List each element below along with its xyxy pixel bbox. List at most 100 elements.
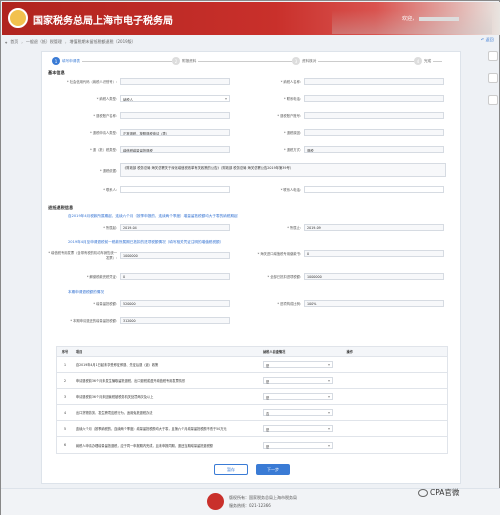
self-check-select[interactable]: 是 <box>262 425 333 432</box>
rebate-info-title: 退抵退税信息 <box>48 205 74 210</box>
row-item: 连续六个月（按季纳税的，连续两个季度）增量留抵税额均大于零，且第六个月增量留抵税… <box>75 427 227 431</box>
period-start-row: * 所属起: 2019-04 <box>48 224 230 231</box>
policy-label: * 退税依据: <box>100 168 117 173</box>
row-item: 申请退税前36个月未发生骗取留抵退税、出口退税或虚开增值税专用发票情形 <box>75 379 186 383</box>
back-label: 返回 <box>485 37 494 42</box>
contact-label: * 联系电话: <box>284 97 301 101</box>
col-item-header: 项目 <box>75 350 83 354</box>
contact-field <box>304 95 444 102</box>
save-draft-button[interactable]: 暂存 <box>214 464 248 475</box>
apply-amount-row: * 本期申请退还的增量留抵税额: 312000 <box>48 317 230 324</box>
refund-method-row: * 退税方式: 退税 <box>252 146 444 153</box>
policy-row: * 退税依据: 《财政部 税务总局 海关总署关于深化增值税改革有关政策的公告》（… <box>48 163 446 177</box>
table-row: 6 纳税人申请办理增量留抵退税，应于同一申报期内完成，且未申报同期，退还当期增量… <box>57 437 447 453</box>
step-2: 2 附报资料 <box>172 57 199 65</box>
back-button[interactable]: ↶ 返回 <box>481 37 494 43</box>
row-number: 3 <box>63 394 66 399</box>
step-label: 资料核对 <box>302 58 317 63</box>
step-4: 4 完成 <box>414 57 434 65</box>
dept-field: 正常退税，按照退税申请（表） <box>120 129 230 136</box>
headset-icon[interactable] <box>488 73 498 83</box>
dept-label: * 退税申请人类型: <box>90 131 117 135</box>
refund-type-label: * 退（抵）税类型: <box>90 148 117 152</box>
table-row: 3 申请退税前36个月未因偷税被税务机关处罚两次及以上 是 <box>57 389 447 405</box>
vat-invoice-field: 1000000 <box>120 251 230 259</box>
header-decoration <box>332 10 492 34</box>
contact-person-row: * 联系人: <box>48 186 230 193</box>
step-3: 3 资料核对 <box>292 57 319 65</box>
apply-amount-label: * 本期申请退还的增量留抵税额: <box>70 319 117 323</box>
taxpayer-name-label: * 纳税人名称: <box>280 80 301 84</box>
account-row: * 退税账户账号: <box>252 112 444 119</box>
refund-reason-row: * 退税原因: <box>252 129 444 136</box>
row-item: 纳税人申请办理增量留抵退税，应于同一申报期内完成，且未申报同期，退还当期增量留抵… <box>75 443 213 448</box>
footer-copyright: 版权所有：国家税务总局上海市税务局 <box>229 495 297 500</box>
policy-field: 《财政部 税务总局 海关总署关于深化增值税改革有关政策的公告》（财政部 税务总局… <box>120 163 446 177</box>
breadcrumb-separator: › <box>64 39 67 45</box>
tax-paid-row: * 解缴税款完税凭证: 0 <box>48 273 230 280</box>
account-field <box>304 112 444 119</box>
tax-emblem-icon <box>207 493 224 510</box>
bank-label: * 退税账户名称: <box>93 114 117 118</box>
step-label: 完成 <box>424 58 432 63</box>
total-deducted-label: * 全部已抵扣进项税额: <box>267 275 301 279</box>
customs-field: 0 <box>304 250 444 257</box>
col-check-header: 纳税人自查情况 <box>262 350 286 354</box>
breadcrumb-refund-mgmt[interactable]: 一般退（抵）税管理 <box>26 39 62 45</box>
taxpayer-id-label: * 社会信用代码（纳税人识别号）: <box>67 80 117 84</box>
contact-row: * 联系电话: <box>252 95 444 102</box>
taxpayer-id-row: * 社会信用代码（纳税人识别号）: <box>48 78 230 85</box>
row-number: 1 <box>63 362 66 367</box>
self-check-select[interactable]: 是 <box>262 361 333 368</box>
dept-row: * 退税申请人类型: 正常退税，按照退税申请（表） <box>48 129 230 136</box>
row-number: 5 <box>63 426 66 431</box>
next-step-button[interactable]: 下一步 <box>256 464 290 475</box>
contact-person-phone-label: * 联系人电话: <box>280 188 301 192</box>
breadcrumb: ⌖ 首页 › 一般退（抵）税管理 › 增值税期末留抵税额退税（2019版） <box>5 37 479 47</box>
vat-invoice-row: * 增值税专用发票（含带有税的机动车销售统一发票）: 1000000 <box>48 250 230 260</box>
ratio-field: 100% <box>304 300 444 307</box>
chat-icon[interactable] <box>488 51 498 61</box>
row-number: 6 <box>63 443 66 447</box>
customs-label: * 海关进口增值税专用缴款书: <box>257 252 301 256</box>
apply-amount-field: 312000 <box>120 317 230 324</box>
step-label: 附报资料 <box>182 58 197 63</box>
watermark-text: CPA官微 <box>430 488 460 497</box>
total-deducted-field: 1000000 <box>304 273 444 280</box>
tax-emblem-logo <box>8 8 28 28</box>
bank-row: * 退税账户名称: <box>48 112 230 119</box>
period-start-label: * 所属起: <box>103 226 117 230</box>
refund-reason-field <box>304 129 444 136</box>
period-start-field: 2019-04 <box>120 224 230 231</box>
applicant-type-select[interactable]: 纳税人 <box>120 95 230 102</box>
contact-person-phone-input[interactable] <box>304 186 444 193</box>
step-number: 3 <box>292 57 300 65</box>
table-row: 2 申请退税前36个月未发生骗取留抵退税、出口退税或虚开增值税专用发票情形 是 <box>57 373 447 389</box>
self-check-select[interactable]: 是 <box>262 441 333 449</box>
basic-info-title: 基本信息 <box>48 70 65 75</box>
welcome-user[interactable]: 欢迎， <box>402 15 460 22</box>
step-1: 1 填写申请表 <box>52 57 82 65</box>
progress-steps: 1 填写申请表 2 附报资料 3 资料核对 4 完成 <box>52 57 452 69</box>
document-icon[interactable] <box>488 95 498 105</box>
contact-person-phone-row: * 联系人电话: <box>252 186 444 193</box>
contact-person-input[interactable] <box>120 186 230 193</box>
self-check-select[interactable]: 否 <box>262 409 333 416</box>
breadcrumb-home[interactable]: 首页 <box>10 39 18 45</box>
vat-invoice-label: * 增值税专用发票（含带有税的机动车销售统一发票）: <box>48 251 117 260</box>
taxpayer-name-row: * 纳税人名称: <box>252 78 444 85</box>
applicant-type-row: * 纳税人类型: 纳税人 <box>48 95 230 102</box>
tax-paid-label: * 解缴税款完税凭证: <box>86 275 117 279</box>
steps-line <box>62 61 442 62</box>
ratio-row: * 进项构成比例: 100% <box>252 300 444 307</box>
welcome-label: 欢迎， <box>402 16 418 22</box>
self-check-select[interactable]: 是 <box>262 393 333 400</box>
customs-row: * 海关进口增值税专用缴款书: 0 <box>252 250 444 257</box>
total-deducted-row: * 全部已抵扣进项税额: 1000000 <box>252 273 444 280</box>
row-item: 出口货物劳务、发生跨境应税行为，适用免抵退税办法 <box>75 411 153 415</box>
app-window: 国家税务总局上海市电子税务局 欢迎， ⌖ 首页 › 一般退（抵）税管理 › 增值… <box>0 0 500 515</box>
table-header-row: 序号 项目 纳税人自查情况 操作 <box>57 347 447 357</box>
self-check-select[interactable]: 是 <box>262 377 333 384</box>
wechat-icon <box>418 488 428 497</box>
tax-paid-field: 0 <box>120 273 230 280</box>
